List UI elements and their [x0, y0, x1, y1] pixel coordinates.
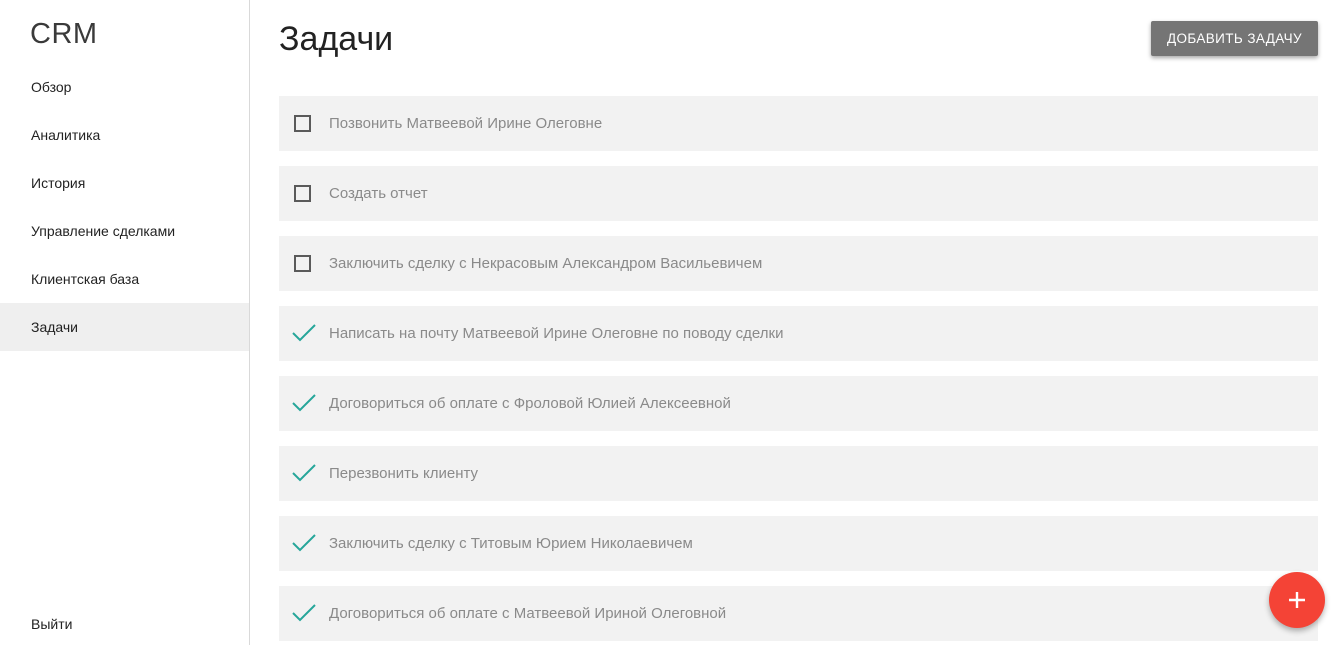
sidebar-item-tasks[interactable]: Задачи: [0, 303, 249, 351]
task-list: Позвонить Матвеевой Ирине Олеговне Созда…: [279, 96, 1318, 645]
checkmark-icon[interactable]: [291, 393, 317, 413]
checkmark-icon[interactable]: [291, 323, 317, 343]
task-item: Заключить сделку с Титовым Юрием Николае…: [279, 516, 1318, 571]
logout-link[interactable]: Выйти: [31, 616, 72, 632]
sidebar-item-history[interactable]: История: [0, 159, 249, 207]
task-item: Написать на почту Матвеевой Ирине Олегов…: [279, 306, 1318, 361]
task-item: Договориться об оплате с Фроловой Юлией …: [279, 376, 1318, 431]
plus-icon: [1289, 592, 1305, 608]
sidebar-nav: Обзор Аналитика История Управление сделк…: [0, 63, 249, 351]
checkmark-icon[interactable]: [291, 603, 317, 623]
task-text: Заключить сделку с Титовым Юрием Николае…: [329, 535, 693, 552]
task-text: Создать отчет: [329, 185, 428, 202]
add-task-button[interactable]: ДОБАВИТЬ ЗАДАЧУ: [1151, 21, 1318, 56]
task-item: Создать отчет: [279, 166, 1318, 221]
add-task-fab[interactable]: [1269, 572, 1325, 628]
sidebar-item-deals[interactable]: Управление сделками: [0, 207, 249, 255]
checkmark-icon[interactable]: [291, 533, 317, 553]
unchecked-checkbox-icon[interactable]: [294, 255, 311, 272]
sidebar-item-overview[interactable]: Обзор: [0, 63, 249, 111]
task-text: Договориться об оплате с Фроловой Юлией …: [329, 395, 731, 412]
unchecked-checkbox-icon[interactable]: [294, 185, 311, 202]
task-text: Перезвонить клиенту: [329, 465, 479, 482]
task-text: Позвонить Матвеевой Ирине Олеговне: [329, 115, 603, 132]
task-item: Позвонить Матвеевой Ирине Олеговне: [279, 96, 1318, 151]
sidebar-item-clients[interactable]: Клиентская база: [0, 255, 249, 303]
task-text: Договориться об оплате с Матвеевой Ирино…: [329, 605, 727, 622]
sidebar: CRM Обзор Аналитика История Управление с…: [0, 0, 250, 645]
task-item: Заключить сделку с Некрасовым Александро…: [279, 236, 1318, 291]
task-text: Написать на почту Матвеевой Ирине Олегов…: [329, 325, 784, 342]
sidebar-item-analytics[interactable]: Аналитика: [0, 111, 249, 159]
task-item: Договориться об оплате с Матвеевой Ирино…: [279, 586, 1318, 641]
app-logo: CRM: [30, 18, 98, 50]
task-text: Заключить сделку с Некрасовым Александро…: [329, 255, 763, 272]
main-content: Задачи ДОБАВИТЬ ЗАДАЧУ Позвонить Матвеев…: [250, 0, 1341, 645]
checkmark-icon[interactable]: [291, 463, 317, 483]
task-item: Перезвонить клиенту: [279, 446, 1318, 501]
page-title: Задачи: [279, 20, 394, 58]
unchecked-checkbox-icon[interactable]: [294, 115, 311, 132]
